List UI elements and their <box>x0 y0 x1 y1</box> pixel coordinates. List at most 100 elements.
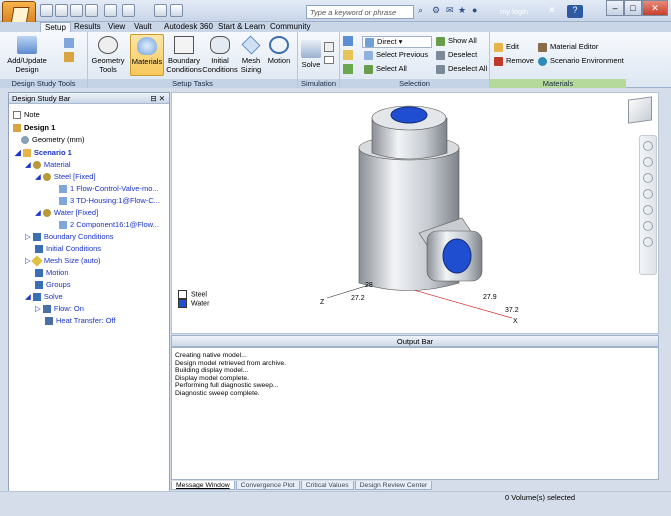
status-text: 0 Volume(s) selected <box>505 493 576 502</box>
select-all-button[interactable]: Select All <box>364 64 407 74</box>
tab-vault[interactable]: Vault <box>130 22 156 32</box>
output-bar-header[interactable]: Output Bar <box>171 335 659 347</box>
tree-item-geometry[interactable]: Geometry (mm) <box>21 134 85 145</box>
selection-mode-dropdown[interactable]: Direct ▾ <box>362 36 432 48</box>
tree-item-part[interactable]: 1 Flow-Control-Valve-mo... <box>59 183 159 194</box>
steel-swatch <box>178 290 187 299</box>
motion-button[interactable]: Motion <box>264 36 294 65</box>
boundary-conditions-button[interactable]: Boundary Conditions <box>166 36 202 74</box>
geometry-tools-button[interactable]: Geometry Tools <box>90 36 126 74</box>
subscription-icon[interactable]: ⚙ <box>432 5 440 16</box>
tree-item-material[interactable]: ◢ Material <box>25 159 71 170</box>
tree-item-motion[interactable]: Motion <box>35 267 69 278</box>
remove-button[interactable]: Remove <box>494 56 534 66</box>
motion-icon <box>269 36 289 54</box>
new-icon[interactable] <box>40 4 53 17</box>
center-icon[interactable] <box>643 221 653 231</box>
copy-icon[interactable] <box>64 38 74 48</box>
tree-item-groups[interactable]: Groups <box>35 279 71 290</box>
view-icon[interactable] <box>154 4 167 17</box>
save-icon[interactable] <box>70 4 83 17</box>
tree-item-water[interactable]: ◢ Water [Fixed] <box>35 207 98 218</box>
message-line: Creating native model... <box>175 352 247 359</box>
mesh-sizing-button[interactable]: Mesh Sizing <box>238 35 264 74</box>
select-previous-button[interactable]: Select Previous <box>364 50 428 60</box>
solve-button[interactable]: Solve <box>300 40 322 69</box>
tree-item-heat-transfer[interactable]: Heat Transfer: Off <box>45 315 115 326</box>
save-all-icon[interactable] <box>85 4 98 17</box>
login-label[interactable]: my login <box>500 7 528 16</box>
initial-conditions-button[interactable]: Initial Conditions <box>202 36 238 74</box>
select-surface-icon[interactable] <box>343 50 353 60</box>
select-edge-icon[interactable] <box>343 64 353 74</box>
scenario-environment-button[interactable]: Scenario Environment <box>538 56 624 66</box>
open-icon[interactable] <box>55 4 68 17</box>
list-icon[interactable] <box>324 42 334 52</box>
pan-icon[interactable] <box>643 157 653 167</box>
show-all-button[interactable]: Show All <box>436 36 477 46</box>
favorites-icon[interactable]: ★ <box>458 5 466 16</box>
exchange-icon[interactable]: ✕ <box>548 5 556 16</box>
select-volume-icon[interactable] <box>343 36 353 46</box>
look-icon[interactable] <box>643 205 653 215</box>
deselect-all-button[interactable]: Deselect All <box>436 64 487 74</box>
part-icon <box>59 197 67 206</box>
minimize-button[interactable]: – <box>606 0 624 16</box>
tree-item-flow[interactable]: ▷ Flow: On <box>35 303 84 314</box>
close-button[interactable]: ✕ <box>642 0 668 16</box>
panel-label: Selection <box>340 79 489 88</box>
tree-item-steel[interactable]: ◢ Steel [Fixed] <box>35 171 96 182</box>
mesh-icon <box>241 35 261 55</box>
note-icon <box>13 111 21 120</box>
tree-item-note[interactable]: Note <box>13 109 40 120</box>
tab-view[interactable]: View <box>104 22 129 32</box>
tree-item-scenario[interactable]: ◢ Scenario 1 <box>15 147 72 158</box>
materials-button[interactable]: Materials <box>130 34 164 76</box>
tab-message-window[interactable]: Message Window <box>171 481 235 490</box>
user-icon[interactable]: ● <box>472 5 477 15</box>
deselect-button[interactable]: Deselect <box>436 50 477 60</box>
valve-model[interactable]: 27.2 28 27.9 37.2 Z X <box>172 93 660 335</box>
tree-item-boundary[interactable]: ▷ Boundary Conditions <box>25 231 114 242</box>
mail-icon[interactable] <box>324 56 334 64</box>
motion-icon <box>35 269 43 278</box>
tab-convergence-plot[interactable]: Convergence Plot <box>235 481 300 490</box>
viewcube[interactable] <box>628 96 652 124</box>
tab-results[interactable]: Results <box>70 22 105 32</box>
tab-setup[interactable]: Setup <box>40 22 71 32</box>
tree-item-part[interactable]: 2 Component16:1@Flow... <box>59 219 159 230</box>
steering-wheel-icon[interactable] <box>643 141 653 151</box>
binoculars-icon[interactable]: ⌕ <box>418 5 423 16</box>
tab-autodesk-360[interactable]: Autodesk 360 <box>160 22 217 32</box>
message-line: Design model retrieved from archive. <box>175 359 287 367</box>
tree-item-mesh[interactable]: ▷ Mesh Size (auto) <box>25 255 101 267</box>
tree-item-solve[interactable]: ◢ Solve <box>25 291 63 302</box>
add-update-design-button[interactable]: Add/Update Design <box>6 36 48 74</box>
help-button[interactable]: ? <box>567 5 583 18</box>
tab-critical-values[interactable]: Critical Values <box>300 481 354 490</box>
orbit-icon[interactable] <box>643 189 653 199</box>
tab-start-learn[interactable]: Start & Learn <box>214 22 269 32</box>
search-input[interactable]: Type a keyword or phrase <box>306 5 414 19</box>
pin-icon[interactable]: ⊟ ✕ <box>150 93 165 104</box>
inlet-water <box>390 106 428 124</box>
maximize-button[interactable]: □ <box>624 0 642 16</box>
layout-icon[interactable] <box>170 4 183 17</box>
tab-design-review-center[interactable]: Design Review Center <box>354 481 433 490</box>
message-window[interactable]: Creating native model... Design model re… <box>171 347 659 480</box>
edit-button[interactable]: Edit <box>494 42 519 52</box>
graphics-viewport[interactable]: 27.2 28 27.9 37.2 Z X <box>171 92 659 334</box>
redo-icon[interactable] <box>122 4 135 17</box>
settings-icon[interactable] <box>643 237 653 247</box>
tab-community[interactable]: Community <box>266 22 314 32</box>
tree-item-part[interactable]: 3 TD-Housing:1@Flow-C... <box>59 195 160 206</box>
legend-item-steel: Steel <box>178 290 209 299</box>
material-editor-button[interactable]: Material Editor <box>538 42 598 52</box>
tree-item-initial[interactable]: Initial Conditions <box>35 243 101 254</box>
undo-icon[interactable] <box>104 4 117 17</box>
zoom-icon[interactable] <box>643 173 653 183</box>
panel-label: Setup Tasks <box>88 79 297 88</box>
tree-item-design[interactable]: Design 1 <box>13 122 55 133</box>
communication-icon[interactable]: ✉ <box>446 5 454 16</box>
calendar-icon[interactable] <box>64 52 74 62</box>
